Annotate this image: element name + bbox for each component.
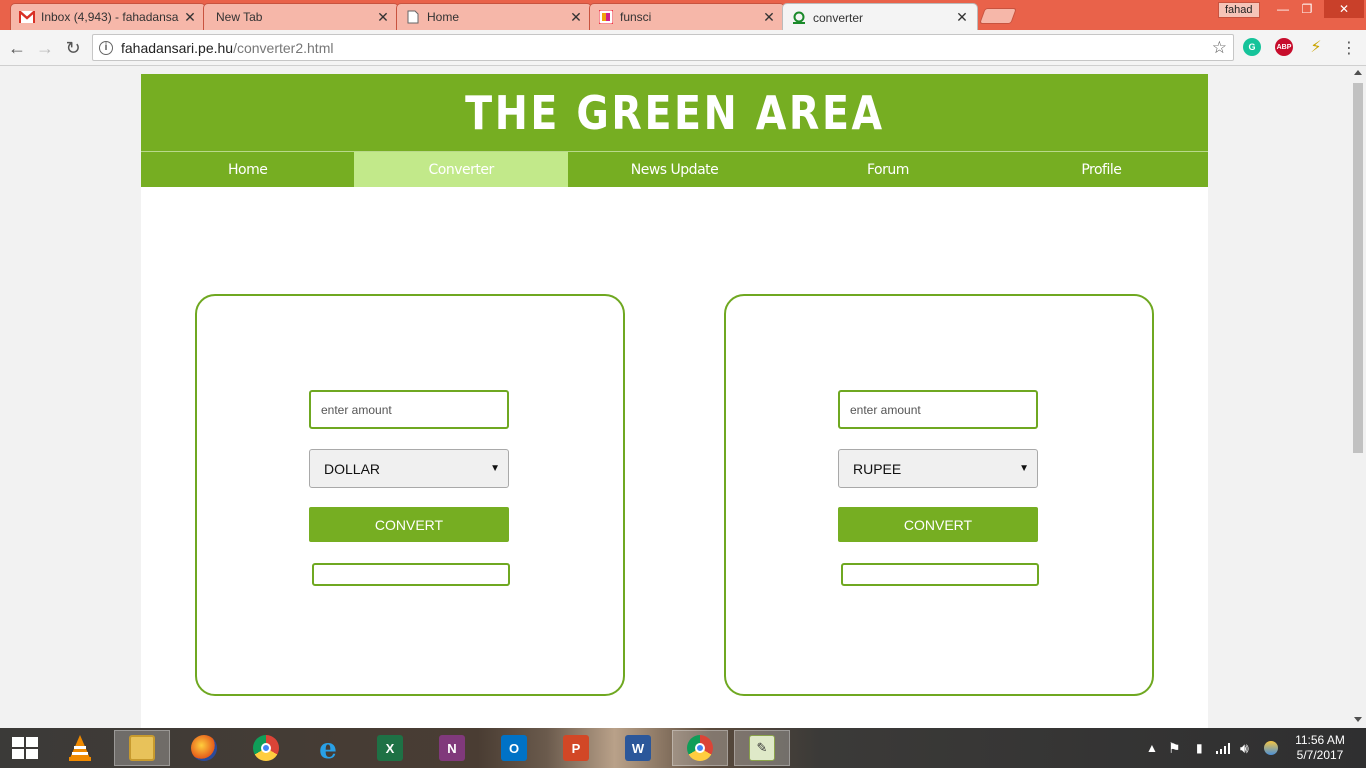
tab-converter[interactable]: converter ✕ <box>782 3 978 31</box>
page-viewport: THE GREEN AREA Home Converter News Updat… <box>0 66 1350 728</box>
location-icon <box>791 10 807 26</box>
weather-icon[interactable] <box>1264 728 1278 768</box>
currency-select-value: DOLLAR <box>324 460 381 477</box>
scrollbar-thumb[interactable] <box>1353 83 1363 453</box>
tab-title: Home <box>427 10 460 24</box>
site-title: THE GREEN AREA <box>464 85 885 140</box>
back-arrow-icon[interactable]: ← <box>6 37 28 59</box>
show-hidden-icons-icon[interactable]: ▲ <box>1146 728 1158 768</box>
currency-select-value: RUPEE <box>853 460 902 477</box>
lightning-extension-icon[interactable]: ⚡ <box>1307 38 1325 56</box>
tab-inbox[interactable]: Inbox (4,943) - fahadansari ✕ <box>10 3 206 30</box>
windows-taskbar: e X N O P W ✎ ▲ ⚑ ▮ 🔊︎ 11:56 AM 5/7/2017 <box>0 728 1366 768</box>
main-nav: Home Converter News Update Forum Profile <box>141 152 1208 187</box>
grammarly-icon[interactable]: G <box>1243 38 1261 56</box>
nav-news-update[interactable]: News Update <box>568 152 781 187</box>
currency-select[interactable]: DOLLAR ▼ <box>309 449 509 488</box>
vlc-icon[interactable] <box>52 730 108 766</box>
tab-title: Inbox (4,943) - fahadansari <box>41 10 179 24</box>
page-icon <box>405 9 421 25</box>
close-tab-icon[interactable]: ✕ <box>376 9 390 26</box>
tab-home[interactable]: Home ✕ <box>396 3 592 30</box>
system-clock[interactable]: 11:56 AM 5/7/2017 <box>1290 733 1350 763</box>
url-path: /converter2.html <box>233 39 334 56</box>
currency-select[interactable]: RUPEE ▼ <box>838 449 1038 488</box>
result-field[interactable] <box>841 563 1039 586</box>
gmail-icon <box>19 9 35 25</box>
bookmark-star-icon[interactable]: ☆ <box>1212 38 1227 58</box>
close-window-icon[interactable]: ✕ <box>1324 0 1364 18</box>
close-tab-icon[interactable]: ✕ <box>183 9 197 26</box>
converter-box-right: enter amount RUPEE ▼ CONVERT <box>724 294 1154 696</box>
amount-input[interactable]: enter amount <box>838 390 1038 429</box>
menu-dots-icon[interactable]: ⋮ <box>1338 37 1360 59</box>
nav-home[interactable]: Home <box>141 152 354 187</box>
close-tab-icon[interactable]: ✕ <box>955 9 969 26</box>
page-container: THE GREEN AREA Home Converter News Updat… <box>141 74 1208 728</box>
internet-explorer-icon[interactable]: e <box>300 730 356 766</box>
file-explorer-icon[interactable] <box>114 730 170 766</box>
url-host: fahadansari.pe.hu <box>121 39 234 56</box>
chrome-window-icon[interactable] <box>672 730 728 766</box>
clock-time: 11:56 AM <box>1295 733 1345 747</box>
powerpoint-icon[interactable]: P <box>548 730 604 766</box>
chevron-down-icon: ▼ <box>490 463 500 474</box>
battery-icon[interactable]: ▮ <box>1196 728 1203 768</box>
action-center-flag-icon[interactable]: ⚑ <box>1168 728 1181 768</box>
tab-new-tab[interactable]: New Tab ✕ <box>203 3 399 30</box>
result-field[interactable] <box>312 563 510 586</box>
onenote-icon[interactable]: N <box>424 730 480 766</box>
adblock-plus-icon[interactable]: ABP <box>1275 38 1293 56</box>
tab-strip: Inbox (4,943) - fahadansari ✕ New Tab ✕ … <box>0 0 1366 31</box>
chevron-down-icon: ▼ <box>1019 463 1029 474</box>
scroll-up-icon[interactable] <box>1354 70 1362 75</box>
new-tab-button[interactable] <box>979 8 1017 24</box>
browser-toolbar: ← → ↻ i fahadansari.pe.hu/converter2.htm… <box>0 30 1366 66</box>
firefox-icon[interactable] <box>176 730 232 766</box>
info-icon[interactable]: i <box>99 40 113 55</box>
forward-arrow-icon[interactable]: → <box>34 37 56 59</box>
scroll-down-icon[interactable] <box>1354 717 1362 722</box>
restore-icon[interactable]: ❐ <box>1294 0 1320 18</box>
tab-title: New Tab <box>216 10 263 24</box>
outlook-icon[interactable]: O <box>486 730 542 766</box>
nav-forum[interactable]: Forum <box>781 152 994 187</box>
reload-icon[interactable]: ↻ <box>62 37 84 59</box>
amount-input[interactable]: enter amount <box>309 390 509 429</box>
minimize-icon[interactable]: — <box>1270 0 1296 18</box>
tab-funsci[interactable]: funsci ✕ <box>589 3 785 30</box>
vertical-scrollbar[interactable] <box>1350 66 1366 728</box>
convert-button[interactable]: CONVERT <box>838 507 1038 542</box>
notepad-icon[interactable]: ✎ <box>734 730 790 766</box>
word-icon[interactable]: W <box>610 730 666 766</box>
converter-box-left: enter amount DOLLAR ▼ CONVERT <box>195 294 625 696</box>
funsci-icon <box>598 9 614 25</box>
profile-button[interactable]: fahad <box>1218 2 1260 18</box>
excel-icon[interactable]: X <box>362 730 418 766</box>
close-tab-icon[interactable]: ✕ <box>569 9 583 26</box>
address-bar[interactable]: i fahadansari.pe.hu/converter2.html ☆ <box>92 34 1234 61</box>
network-signal-icon[interactable] <box>1216 728 1232 768</box>
site-header: THE GREEN AREA <box>141 74 1208 152</box>
close-tab-icon[interactable]: ✕ <box>762 9 776 26</box>
tab-title: converter <box>813 10 864 25</box>
nav-converter[interactable]: Converter <box>354 152 568 187</box>
convert-button[interactable]: CONVERT <box>309 507 509 542</box>
tab-title: funsci <box>620 10 652 24</box>
clock-date: 5/7/2017 <box>1296 748 1344 762</box>
nav-profile[interactable]: Profile <box>995 152 1208 187</box>
chrome-icon[interactable] <box>238 730 294 766</box>
start-icon[interactable] <box>0 730 50 766</box>
volume-icon[interactable]: 🔊︎ <box>1240 728 1249 768</box>
